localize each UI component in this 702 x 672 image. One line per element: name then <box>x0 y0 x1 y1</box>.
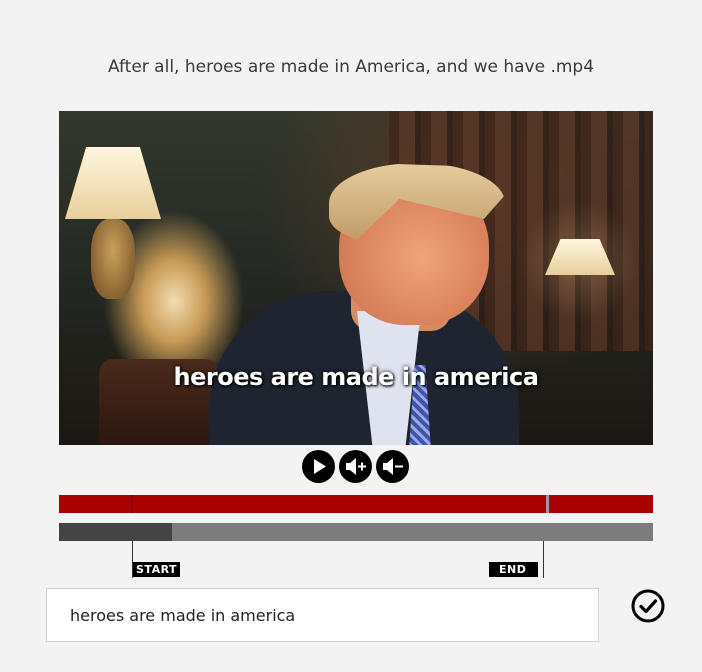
start-handle[interactable]: START <box>133 562 181 577</box>
volume-down-button[interactable] <box>376 450 409 483</box>
lamp-shade-left <box>65 147 161 219</box>
caption-input[interactable] <box>46 588 599 642</box>
video-subtitle: heroes are made in america <box>173 363 539 391</box>
confirm-button[interactable] <box>631 589 665 623</box>
playhead[interactable] <box>546 495 550 513</box>
lamp-base-left <box>91 219 135 299</box>
selection-range-fill <box>59 523 172 541</box>
progress-segment-divider <box>131 495 133 513</box>
playback-controls <box>302 450 409 483</box>
end-handle[interactable]: END <box>489 562 539 577</box>
play-button[interactable] <box>302 450 335 483</box>
end-marker-line <box>543 541 544 578</box>
playback-progress-bar[interactable] <box>59 495 653 513</box>
selection-range-bar[interactable] <box>59 523 653 541</box>
volume-down-icon <box>383 458 403 475</box>
volume-up-button[interactable] <box>339 450 372 483</box>
play-icon <box>314 459 326 474</box>
clip-title: After all, heroes are made in America, a… <box>107 57 595 77</box>
checkmark-circle-icon <box>631 589 665 623</box>
volume-up-icon <box>346 458 366 475</box>
video-player[interactable]: heroes are made in america <box>59 111 653 445</box>
